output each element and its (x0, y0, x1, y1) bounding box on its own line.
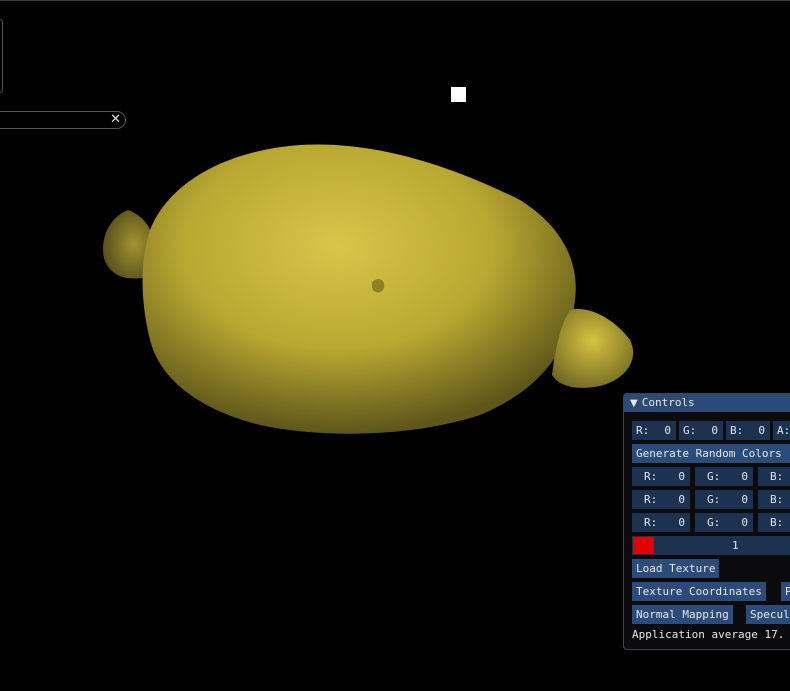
lemon-navel (372, 279, 385, 293)
generate-random-colors-button[interactable]: Generate Random Colors (632, 444, 790, 463)
search-input[interactable]: ✕ (0, 111, 126, 129)
rgb2-g-field[interactable]: G: 0 (695, 490, 753, 509)
light-marker (451, 87, 466, 102)
specular-button[interactable]: Specul (746, 605, 790, 624)
rgb3-r-field[interactable]: R: 0 (632, 513, 690, 532)
status-text: Application average 17. (632, 628, 785, 641)
rgb2-b-field[interactable]: B: (758, 490, 790, 509)
clear-a-field[interactable]: A: (773, 421, 790, 440)
controls-titlebar[interactable]: ▼ Controls (624, 394, 790, 412)
rgb2-r-field[interactable]: R: 0 (632, 490, 690, 509)
controls-title: Controls (641, 396, 695, 409)
clear-r-field[interactable]: R: 0 (632, 421, 676, 440)
slider-value: 1 (732, 539, 739, 552)
color-swatch[interactable] (633, 537, 654, 554)
rgb1-g-field[interactable]: G: 0 (695, 467, 753, 486)
rgb3-g-field[interactable]: G: 0 (695, 513, 753, 532)
controls-panel: ▼ Controls R: 0 G: 0 B: 0 A: Generate Random… (623, 393, 790, 650)
collapse-arrow-icon[interactable]: ▼ (630, 398, 638, 409)
rgb3-b-field[interactable]: B: (758, 513, 790, 532)
normal-mapping-button[interactable]: Normal Mapping (632, 605, 733, 624)
side-panel-edge (0, 19, 3, 93)
texture-coordinates-button[interactable]: Texture Coordinates (632, 582, 766, 601)
clear-b-field[interactable]: B: 0 (726, 421, 770, 440)
close-icon[interactable]: ✕ (110, 112, 121, 128)
p-button[interactable]: P (781, 582, 790, 601)
load-texture-button[interactable]: Load Texture (632, 559, 720, 578)
rgb1-r-field[interactable]: R: 0 (632, 467, 690, 486)
clear-g-field[interactable]: G: 0 (679, 421, 723, 440)
lemon-model (103, 144, 634, 434)
rgb1-b-field[interactable]: B: (758, 467, 790, 486)
color-slider[interactable]: 1 (632, 536, 790, 555)
lemon-body (142, 144, 576, 434)
